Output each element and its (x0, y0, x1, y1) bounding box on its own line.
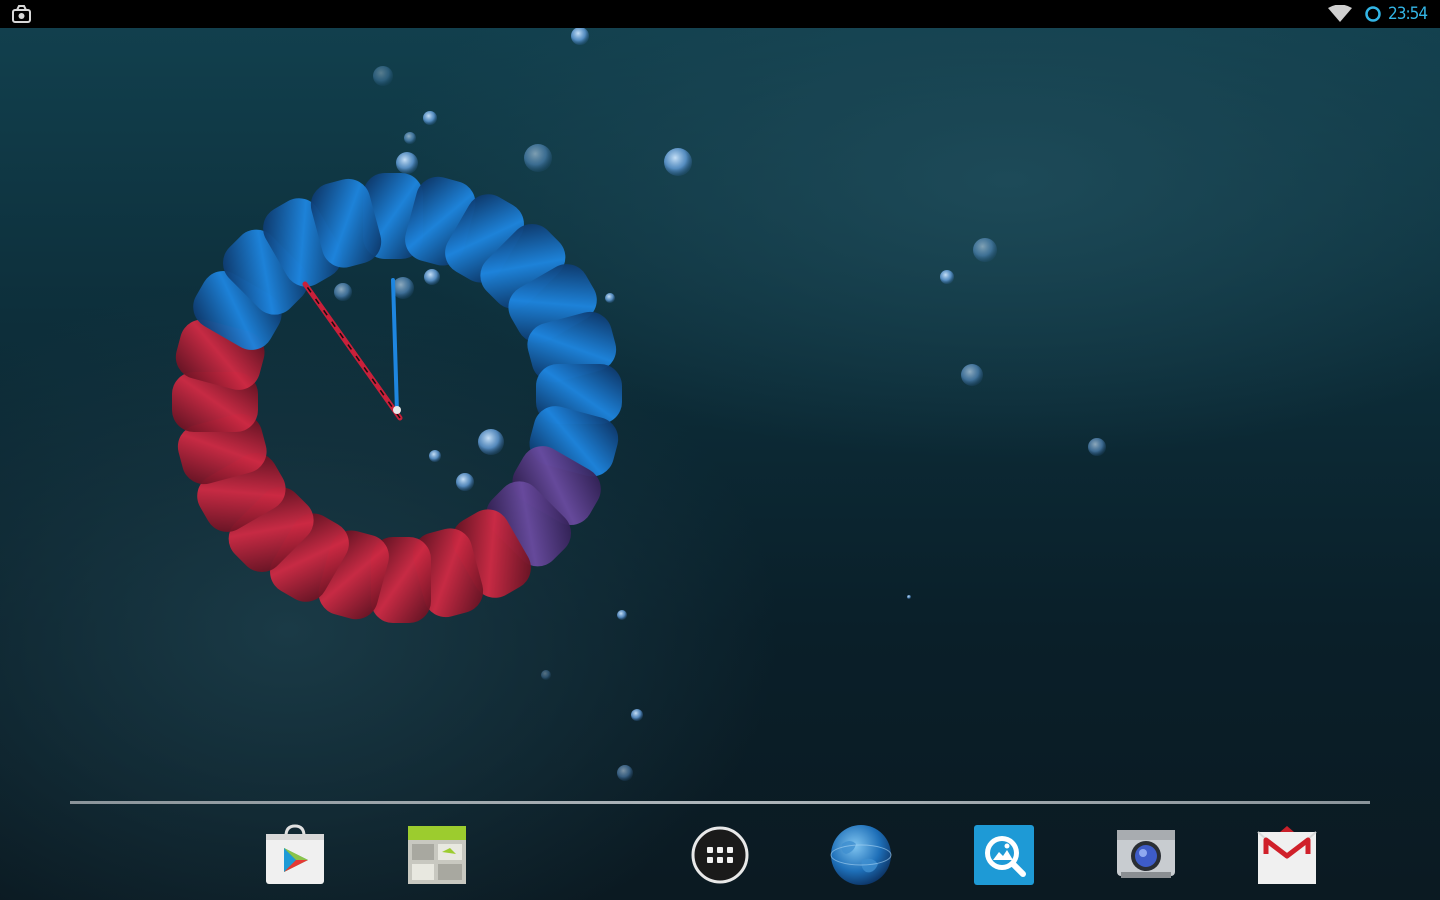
play-store-icon (266, 824, 324, 884)
dock-camera[interactable]: Camera (1113, 822, 1179, 888)
dock-divider (70, 801, 1370, 804)
picture-icon (974, 825, 1034, 885)
gallery-icon (408, 826, 466, 884)
browser-globe-icon (830, 825, 892, 885)
dock-gallery-grid[interactable]: Gallery (404, 822, 470, 888)
dock-play-store[interactable]: Play Store (262, 822, 328, 888)
clock-hands (302, 278, 403, 421)
wifi-icon (1328, 5, 1352, 22)
live-wallpaper (172, 28, 1106, 781)
dock-browser[interactable]: Browser (828, 822, 894, 888)
sync-icon (1365, 6, 1381, 22)
gmail-icon (1257, 826, 1317, 884)
hour-hand (302, 281, 403, 421)
bubbles (334, 28, 1106, 781)
status-clock: 23:54 (1388, 4, 1428, 24)
clock-center-dot (393, 406, 401, 414)
dock-picture-app[interactable]: Gallery (971, 822, 1037, 888)
dock-gmail[interactable]: Gmail (1254, 822, 1320, 888)
notification-icon[interactable] (10, 4, 34, 24)
camera-icon (1117, 830, 1175, 878)
status-bar: 23:54 (0, 0, 1440, 28)
minute-hand (391, 278, 399, 414)
app-drawer-icon (691, 826, 749, 884)
dock-app-drawer[interactable]: Apps (687, 822, 753, 888)
